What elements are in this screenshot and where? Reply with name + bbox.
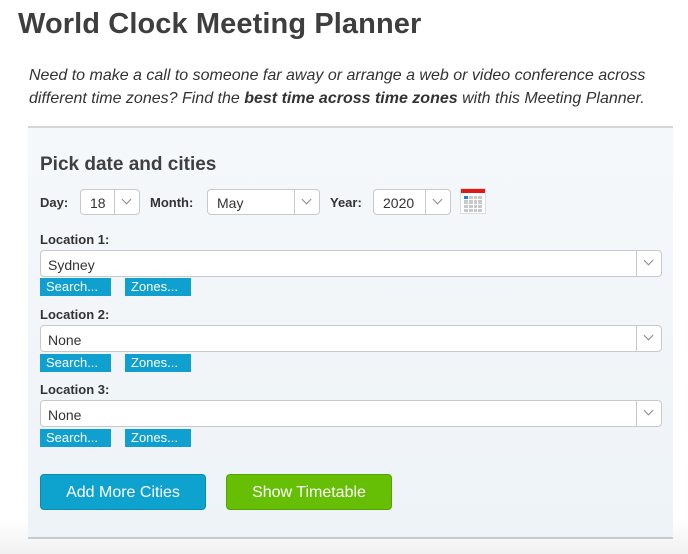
day-label: Day: [40,195,69,210]
location-2-select[interactable]: None [40,325,662,352]
location-1-search-button[interactable]: Search... [40,278,111,296]
day-value: 18 [90,195,106,211]
location-1-select[interactable]: Sydney [40,250,662,277]
chevron-down-icon [294,190,319,214]
location-3-label: Location 3: [40,382,110,397]
day-select[interactable]: 18 [80,189,140,215]
location-2-zones-button[interactable]: Zones... [125,354,191,372]
intro-text: Need to make a call to someone far away … [29,64,679,110]
location-2-label: Location 2: [40,307,110,322]
location-3-zones-button[interactable]: Zones... [125,429,191,447]
form-heading: Pick date and cities [40,154,217,175]
month-value: May [217,195,244,211]
calendar-icon-grid [464,196,482,212]
chevron-down-icon [636,326,661,351]
chevron-down-icon [114,190,139,214]
month-label: Month: [150,195,194,210]
page-title: World Clock Meeting Planner [18,8,422,40]
year-label: Year: [330,195,362,210]
location-2-search-button[interactable]: Search... [40,354,111,372]
location-1-value: Sydney [48,257,95,273]
location-2-value: None [48,332,82,348]
location-3-select[interactable]: None [40,400,662,427]
calendar-icon[interactable] [460,188,486,214]
calendar-icon-header [461,189,485,193]
year-select[interactable]: 2020 [373,189,451,215]
year-value: 2020 [383,195,415,211]
intro-text-bold: best time across time zones [244,90,458,107]
add-more-cities-button[interactable]: Add More Cities [40,474,206,510]
month-select[interactable]: May [207,189,320,215]
location-1-zones-button[interactable]: Zones... [125,278,191,296]
meeting-planner-form: Pick date and cities Day: 18 Month: May … [28,126,673,539]
chevron-down-icon [636,401,661,426]
location-3-value: None [48,407,82,423]
chevron-down-icon [636,251,661,276]
location-1-label: Location 1: [40,232,110,247]
chevron-down-icon [425,190,450,214]
intro-text-end: with this Meeting Planner. [457,90,645,107]
location-3-search-button[interactable]: Search... [40,429,111,447]
show-timetable-button[interactable]: Show Timetable [226,474,392,510]
